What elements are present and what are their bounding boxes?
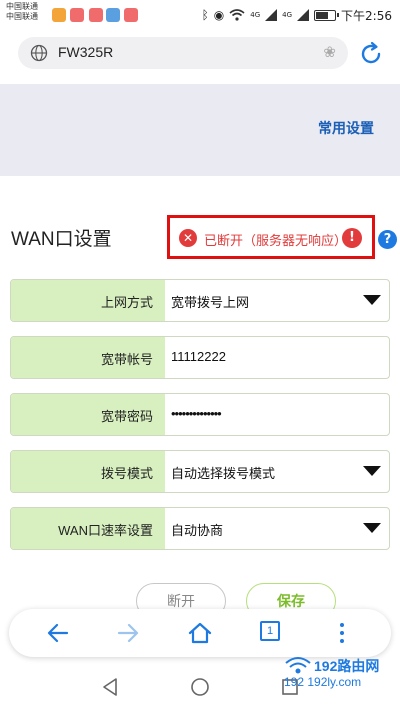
- field-label: 上网方式: [100, 295, 153, 310]
- account-input[interactable]: 11112222: [171, 349, 226, 364]
- form-row-wan-speed[interactable]: WAN口速率设置 自动协商: [10, 507, 390, 550]
- app-notification-icon: [70, 8, 84, 22]
- wan-speed-select[interactable]: 自动协商: [171, 520, 223, 539]
- status-icons: ᛒ ◉ 4G 4G 下午2:56: [202, 6, 392, 24]
- form-row-password[interactable]: 宽带密码 ••••••••••••••: [10, 393, 390, 436]
- browser-toolbar: 1: [9, 609, 391, 657]
- home-icon[interactable]: [187, 621, 213, 645]
- connection-status-badge: ✕ 已断开（服务器无响应） !: [167, 215, 375, 259]
- dial-mode-select[interactable]: 自动选择拨号模式: [171, 463, 275, 482]
- watermark-main: 192路由网: [314, 658, 380, 674]
- alert-icon[interactable]: !: [342, 228, 362, 248]
- status-bar: 中国联通 中国联通 ᛒ ◉ 4G 4G 下午2:56: [0, 0, 400, 30]
- error-x-icon: ✕: [179, 229, 197, 247]
- form-row-connection-type[interactable]: 上网方式 宽带拨号上网: [10, 279, 390, 322]
- help-icon[interactable]: ?: [378, 230, 397, 249]
- android-back-icon[interactable]: [100, 677, 120, 697]
- form-row-account[interactable]: 宽带帐号 11112222: [10, 336, 390, 379]
- common-settings-link[interactable]: 常用设置: [318, 118, 374, 138]
- field-label: 拨号模式: [100, 466, 153, 481]
- forward-arrow-icon[interactable]: [115, 621, 141, 645]
- router-logo-icon: [285, 657, 311, 674]
- carrier-labels: 中国联通 中国联通: [6, 2, 38, 22]
- watermark-sub: 192 192ly.com: [284, 675, 362, 689]
- globe-icon: [30, 44, 48, 62]
- connection-status-text: 已断开（服务器无响应）: [204, 233, 348, 248]
- network-type-1: 4G: [250, 11, 261, 19]
- signal-icon: [265, 9, 278, 21]
- router-header: 常用设置: [0, 84, 400, 176]
- tabs-icon[interactable]: 1: [260, 621, 280, 641]
- signal-icon: [297, 9, 310, 21]
- android-home-icon[interactable]: [190, 677, 210, 697]
- back-arrow-icon[interactable]: [45, 621, 71, 645]
- url-text[interactable]: FW325R: [58, 44, 113, 60]
- dropdown-caret-icon[interactable]: [363, 523, 381, 533]
- site-watermark: 192路由网 192 192ly.com: [282, 655, 398, 693]
- address-bar[interactable]: FW325R ❀: [18, 37, 348, 69]
- network-type-2: 4G: [282, 11, 293, 19]
- carrier-1: 中国联通: [6, 2, 38, 11]
- field-label: 宽带帐号: [100, 352, 153, 367]
- refresh-icon[interactable]: [357, 40, 385, 68]
- field-label: WAN口速率设置: [58, 523, 153, 538]
- eye-icon: ◉: [213, 8, 225, 22]
- clock: 下午2:56: [341, 8, 392, 23]
- wifi-icon: [229, 9, 245, 21]
- browser-page: 中国联通 中国联通 ᛒ ◉ 4G 4G 下午2:56 FW325R ❀ 常用设置…: [0, 0, 400, 711]
- dropdown-caret-icon[interactable]: [363, 466, 381, 476]
- connection-type-select[interactable]: 宽带拨号上网: [171, 292, 249, 311]
- page-title: WAN口设置: [11, 229, 112, 250]
- more-icon[interactable]: [329, 621, 355, 645]
- dropdown-caret-icon[interactable]: [363, 295, 381, 305]
- password-input[interactable]: ••••••••••••••: [171, 406, 222, 421]
- field-label: 宽带密码: [100, 409, 153, 424]
- app-notification-icon: [106, 8, 120, 22]
- weibo-notification-icon: [52, 8, 66, 22]
- paw-icon[interactable]: ❀: [323, 43, 336, 61]
- battery-icon: [314, 9, 340, 21]
- app-notification-icon: [89, 8, 103, 22]
- app-notification-icon: [124, 8, 138, 22]
- bluetooth-icon: ᛒ: [201, 8, 209, 22]
- carrier-2: 中国联通: [6, 12, 38, 21]
- form-row-dial-mode[interactable]: 拨号模式 自动选择拨号模式: [10, 450, 390, 493]
